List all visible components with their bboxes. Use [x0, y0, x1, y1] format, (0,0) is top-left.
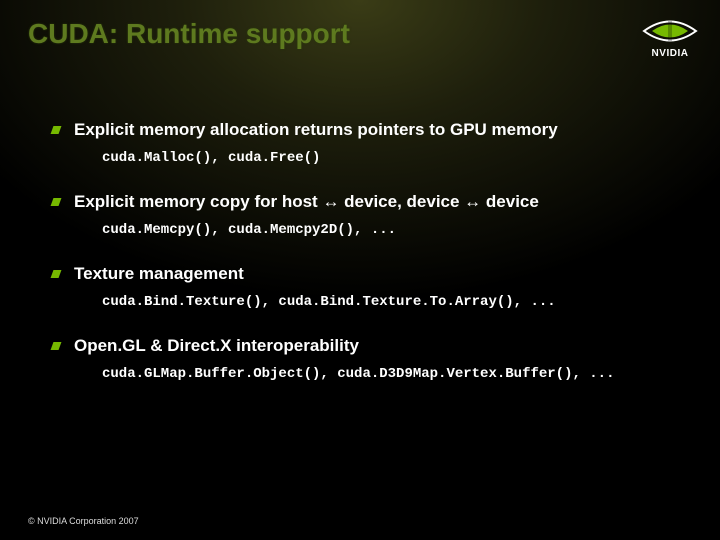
item-heading: Texture management	[52, 264, 692, 284]
item-heading: Open.GL & Direct.X interoperability	[52, 336, 692, 356]
nvidia-brand-text: NVIDIA	[642, 48, 698, 59]
list-item: Open.GL & Direct.X interoperability cuda…	[52, 336, 692, 382]
item-code: cuda.GLMap.Buffer.Object(), cuda.D3D9Map…	[102, 364, 692, 382]
list-item: Texture management cuda.Bind.Texture(), …	[52, 264, 692, 310]
nvidia-eye-icon	[642, 16, 698, 46]
slide-title: CUDA: Runtime support	[28, 18, 350, 50]
item-code: cuda.Memcpy(), cuda.Memcpy2D(), ...	[102, 220, 692, 238]
list-item: Explicit memory allocation returns point…	[52, 120, 692, 166]
list-item: Explicit memory copy for host ↔ device, …	[52, 192, 692, 238]
copyright-footer: © NVIDIA Corporation 2007	[28, 516, 139, 526]
item-heading: Explicit memory allocation returns point…	[52, 120, 692, 140]
nvidia-logo: NVIDIA	[642, 16, 698, 59]
item-code: cuda.Malloc(), cuda.Free()	[102, 148, 692, 166]
item-heading: Explicit memory copy for host ↔ device, …	[52, 192, 692, 212]
bullet-list: Explicit memory allocation returns point…	[52, 120, 692, 408]
item-code: cuda.Bind.Texture(), cuda.Bind.Texture.T…	[102, 292, 692, 310]
